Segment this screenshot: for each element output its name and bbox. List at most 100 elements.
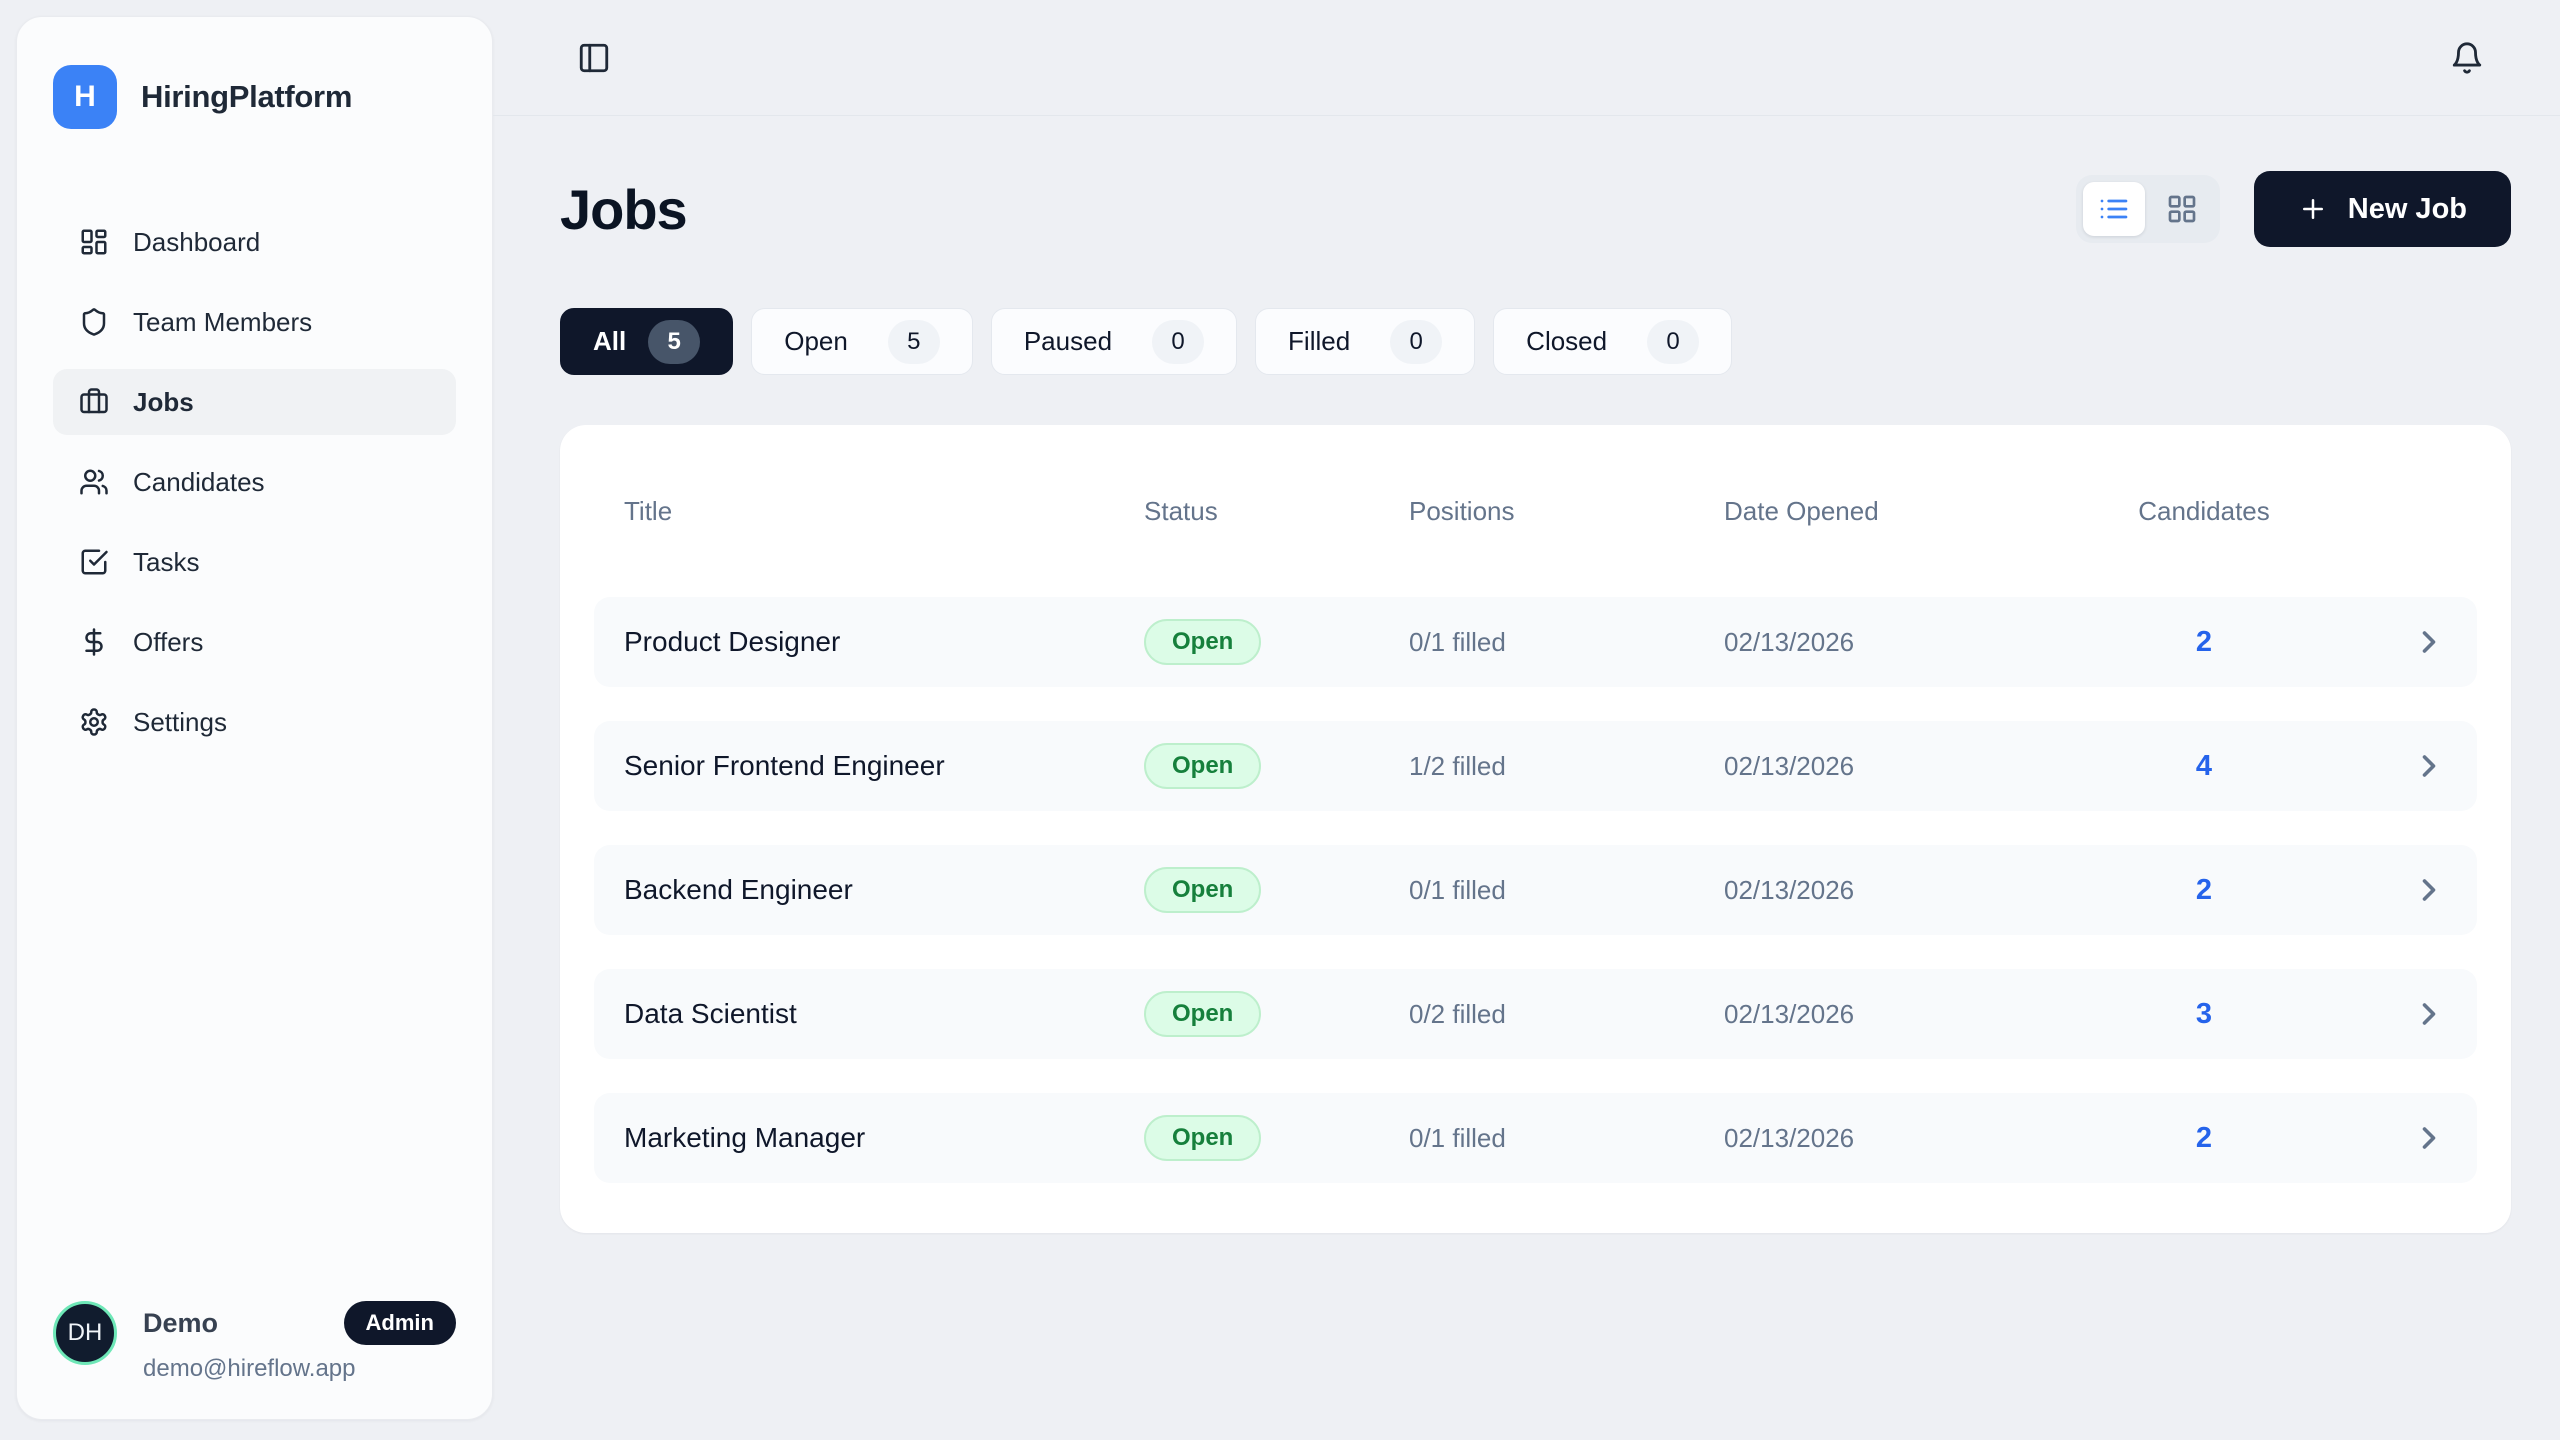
list-icon — [2098, 193, 2130, 225]
job-title: Backend Engineer — [624, 874, 1144, 906]
user-info: Demo Admin demo@hireflow.app — [143, 1301, 456, 1383]
chevron-right-icon — [2411, 872, 2447, 908]
gear-icon — [79, 707, 109, 737]
filter-count-badge: 0 — [1647, 320, 1699, 364]
plus-icon — [2298, 194, 2328, 224]
sidebar-item-candidates[interactable]: Candidates — [53, 449, 456, 515]
table-row[interactable]: Backend Engineer Open 0/1 filled 02/13/2… — [594, 845, 2477, 935]
filter-filled[interactable]: Filled 0 — [1255, 308, 1475, 375]
sidebar-toggle-button[interactable] — [571, 35, 617, 81]
sidebar-item-label: Team Members — [133, 307, 312, 338]
dashboard-icon — [79, 227, 109, 257]
candidates-count[interactable]: 2 — [2064, 1122, 2344, 1155]
filter-count-badge: 0 — [1390, 320, 1442, 364]
sidebar-item-label: Jobs — [133, 387, 194, 418]
filter-open[interactable]: Open 5 — [751, 308, 973, 375]
column-header-candidates: Candidates — [2064, 496, 2344, 527]
candidates-count[interactable]: 2 — [2064, 874, 2344, 907]
candidates-count[interactable]: 2 — [2064, 626, 2344, 659]
user-name: Demo — [143, 1308, 218, 1339]
shield-icon — [79, 307, 109, 337]
app-logo: H — [53, 65, 117, 129]
job-title: Senior Frontend Engineer — [624, 750, 1144, 782]
filter-count-badge: 5 — [648, 320, 700, 364]
status-badge: Open — [1144, 743, 1261, 789]
role-badge: Admin — [344, 1301, 456, 1345]
notifications-button[interactable] — [2444, 35, 2490, 81]
sidebar-item-label: Offers — [133, 627, 203, 658]
date-opened: 02/13/2026 — [1724, 875, 2064, 906]
briefcase-icon — [79, 387, 109, 417]
page-title: Jobs — [560, 177, 687, 242]
main-area: Jobs — [493, 0, 2560, 1440]
user-profile[interactable]: DH Demo Admin demo@hireflow.app — [53, 1301, 456, 1383]
sidebar-item-settings[interactable]: Settings — [53, 689, 456, 755]
positions-filled: 0/2 filled — [1409, 999, 1724, 1030]
status-badge: Open — [1144, 1115, 1261, 1161]
candidates-count[interactable]: 4 — [2064, 750, 2344, 783]
column-header-status: Status — [1144, 496, 1409, 527]
new-job-button[interactable]: New Job — [2254, 171, 2511, 247]
date-opened: 02/13/2026 — [1724, 627, 2064, 658]
positions-filled: 0/1 filled — [1409, 1123, 1724, 1154]
brand: H HiringPlatform — [53, 65, 456, 129]
column-header-positions: Positions — [1409, 496, 1724, 527]
new-job-label: New Job — [2348, 193, 2467, 226]
job-title: Product Designer — [624, 626, 1144, 658]
filter-paused[interactable]: Paused 0 — [991, 308, 1237, 375]
sidebar-item-label: Settings — [133, 707, 227, 738]
chevron-right-icon — [2411, 996, 2447, 1032]
table-row[interactable]: Senior Frontend Engineer Open 1/2 filled… — [594, 721, 2477, 811]
panel-left-icon — [577, 41, 611, 75]
list-view-button[interactable] — [2083, 182, 2145, 236]
status-filters: All 5 Open 5 Paused 0 Filled 0 Closed 0 — [560, 308, 2511, 375]
status-badge: Open — [1144, 991, 1261, 1037]
user-email: demo@hireflow.app — [143, 1355, 456, 1383]
chevron-right-icon — [2411, 624, 2447, 660]
job-title: Data Scientist — [624, 998, 1144, 1030]
sidebar-nav: Dashboard Team Members Jobs Candidates T… — [53, 209, 456, 755]
positions-filled: 0/1 filled — [1409, 627, 1724, 658]
sidebar-item-dashboard[interactable]: Dashboard — [53, 209, 456, 275]
sidebar-item-label: Tasks — [133, 547, 199, 578]
users-icon — [79, 467, 109, 497]
filter-count-badge: 5 — [888, 320, 940, 364]
filter-all[interactable]: All 5 — [560, 308, 733, 375]
date-opened: 02/13/2026 — [1724, 1123, 2064, 1154]
topbar — [493, 0, 2560, 116]
sidebar-item-tasks[interactable]: Tasks — [53, 529, 456, 595]
table-row[interactable]: Data Scientist Open 0/2 filled 02/13/202… — [594, 969, 2477, 1059]
table-row[interactable]: Product Designer Open 0/1 filled 02/13/2… — [594, 597, 2477, 687]
filter-count-badge: 0 — [1152, 320, 1204, 364]
sidebar-item-label: Dashboard — [133, 227, 260, 258]
bell-icon — [2450, 41, 2484, 75]
sidebar-item-team-members[interactable]: Team Members — [53, 289, 456, 355]
table-header: Title Status Positions Date Opened Candi… — [594, 455, 2477, 567]
sidebar-item-offers[interactable]: Offers — [53, 609, 456, 675]
positions-filled: 1/2 filled — [1409, 751, 1724, 782]
grid-view-button[interactable] — [2151, 182, 2213, 236]
column-header-title: Title — [624, 496, 1144, 527]
grid-icon — [2166, 193, 2198, 225]
dollar-icon — [79, 627, 109, 657]
app-name: HiringPlatform — [141, 79, 352, 115]
jobs-table: Title Status Positions Date Opened Candi… — [560, 425, 2511, 1233]
date-opened: 02/13/2026 — [1724, 751, 2064, 782]
sidebar-item-label: Candidates — [133, 467, 265, 498]
task-check-icon — [79, 547, 109, 577]
candidates-count[interactable]: 3 — [2064, 998, 2344, 1031]
positions-filled: 0/1 filled — [1409, 875, 1724, 906]
avatar: DH — [53, 1301, 117, 1365]
table-row[interactable]: Marketing Manager Open 0/1 filled 02/13/… — [594, 1093, 2477, 1183]
chevron-right-icon — [2411, 1120, 2447, 1156]
view-toggle — [2076, 175, 2220, 243]
job-title: Marketing Manager — [624, 1122, 1144, 1154]
date-opened: 02/13/2026 — [1724, 999, 2064, 1030]
sidebar-item-jobs[interactable]: Jobs — [53, 369, 456, 435]
status-badge: Open — [1144, 619, 1261, 665]
column-header-date-opened: Date Opened — [1724, 496, 2064, 527]
filter-closed[interactable]: Closed 0 — [1493, 308, 1732, 375]
status-badge: Open — [1144, 867, 1261, 913]
sidebar: H HiringPlatform Dashboard Team Members … — [16, 16, 493, 1420]
page-content: Jobs — [493, 116, 2560, 1233]
